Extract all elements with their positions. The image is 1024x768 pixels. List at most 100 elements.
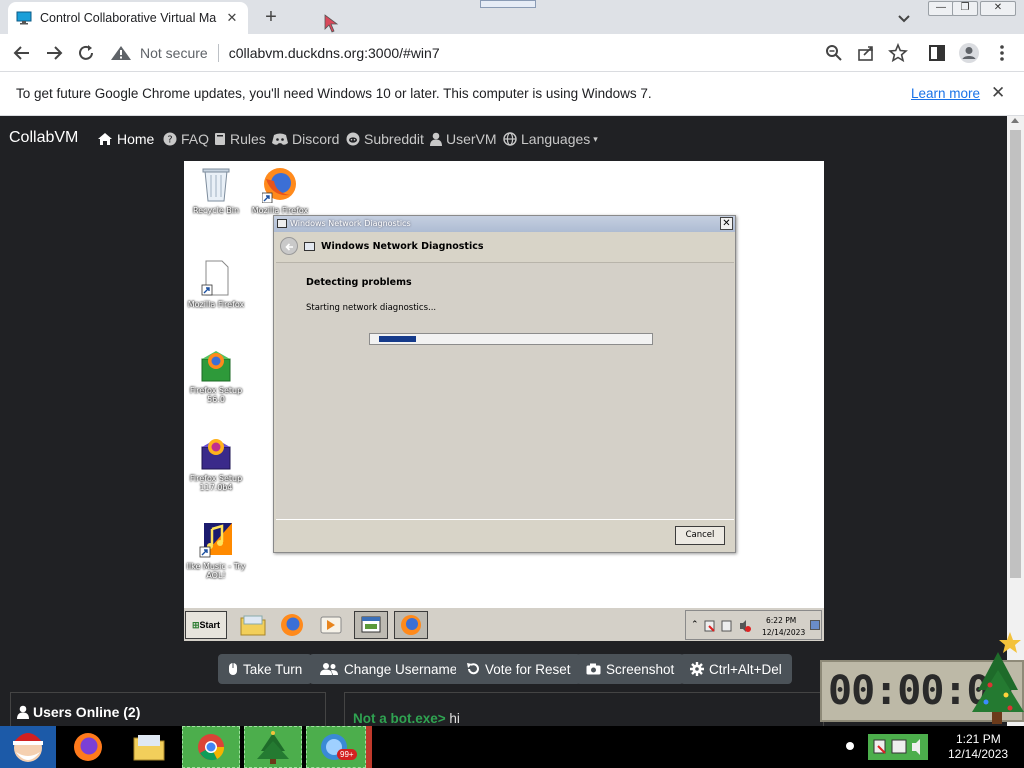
reddit-icon xyxy=(346,132,360,146)
dialog-content: Detecting problems Starting network diag… xyxy=(276,262,734,520)
chat-text: hi xyxy=(449,711,460,726)
nav-rules[interactable]: Rules xyxy=(214,131,266,147)
new-tab-button[interactable]: + xyxy=(260,6,282,29)
desktop-icon-mozilla-firefox[interactable]: Mozilla Firefox xyxy=(248,165,312,215)
nav-discord[interactable]: Discord xyxy=(272,131,339,147)
nav-subreddit[interactable]: Subreddit xyxy=(346,131,424,147)
chat-username[interactable]: Not a bot.exe> xyxy=(353,711,446,726)
host-taskbar-firefox[interactable] xyxy=(62,726,114,768)
firefox-icon xyxy=(261,165,298,204)
reload-icon[interactable] xyxy=(75,42,97,64)
globe-icon xyxy=(503,132,517,146)
cancel-button[interactable]: Cancel xyxy=(675,526,725,545)
gear-icon xyxy=(690,662,704,676)
nav-languages-label: Languages xyxy=(521,131,591,147)
minimize-button[interactable]: — xyxy=(928,1,954,16)
desktop-icon-ilke-music[interactable]: Ilke Music - Try AOL! xyxy=(184,521,248,580)
desktop-icon-firefox-setup-56[interactable]: Firefox Setup 56.0 xyxy=(184,345,248,404)
chevron-down-icon[interactable] xyxy=(894,8,914,28)
chat-panel: Not a bot.exe> hi xyxy=(344,692,824,726)
screenshot-button[interactable]: Screenshot xyxy=(576,654,685,684)
tray-expand-icon[interactable]: ⌃ xyxy=(691,620,699,630)
ctrl-alt-del-button[interactable]: Ctrl+Alt+Del xyxy=(680,654,792,684)
site-brand[interactable]: CollabVM xyxy=(9,129,78,147)
zoom-icon[interactable] xyxy=(823,42,845,64)
address-bar[interactable]: Not secure c0llabvm.duckdns.org:3000/#wi… xyxy=(110,38,924,68)
users-online-heading: Users Online (2) xyxy=(17,704,140,720)
diagnostics-progress-bar xyxy=(369,333,653,345)
tab-active[interactable]: Control Collaborative Virtual Ma ✕ xyxy=(8,2,248,34)
window-drag-handle[interactable] xyxy=(480,0,536,8)
music-icon xyxy=(198,521,234,559)
vote-reset-button[interactable]: Vote for Reset xyxy=(456,654,581,684)
profile-avatar-icon[interactable] xyxy=(958,42,980,64)
scroll-up-arrow-icon[interactable] xyxy=(1011,118,1019,123)
side-panel-icon[interactable] xyxy=(926,42,948,64)
take-turn-button[interactable]: Take Turn xyxy=(218,654,313,684)
home-icon xyxy=(98,133,112,145)
folder-icon xyxy=(133,735,165,761)
vm-taskbar-explorer[interactable] xyxy=(236,611,270,639)
vm-clock-date[interactable]: 12/14/2023 xyxy=(762,628,805,637)
host-taskbar-explorer[interactable] xyxy=(124,726,174,768)
infobar-close-icon[interactable]: ✕ xyxy=(991,83,1005,103)
recycle-bin-icon xyxy=(198,165,234,203)
warning-icon[interactable] xyxy=(110,45,132,61)
host-taskbar-chrome[interactable] xyxy=(182,726,240,768)
nav-home[interactable]: Home xyxy=(97,131,154,147)
christmas-tree-gadget[interactable] xyxy=(968,630,1024,726)
tray-dot-icon[interactable] xyxy=(846,742,854,750)
back-arrow-icon[interactable] xyxy=(11,42,33,64)
bookmark-star-icon[interactable] xyxy=(887,42,909,64)
desktop-icon-label: Firefox Setup 117.0b4 xyxy=(189,474,243,492)
nav-faq[interactable]: ? FAQ xyxy=(163,131,209,147)
nav-uservm[interactable]: UserVM xyxy=(430,131,497,147)
show-desktop-button[interactable] xyxy=(810,620,820,630)
file-shortcut-icon xyxy=(198,259,234,297)
user-icon xyxy=(17,705,29,719)
desktop-icon-recycle-bin[interactable]: Recycle Bin xyxy=(184,165,248,215)
vm-taskbar-network-diagnostics[interactable] xyxy=(354,611,388,639)
window-close-button[interactable]: ✕ xyxy=(980,1,1016,16)
change-username-button[interactable]: Change Username xyxy=(309,654,468,684)
not-secure-label[interactable]: Not secure xyxy=(140,45,208,61)
monitor-icon xyxy=(16,11,32,25)
dialog-titlebar[interactable]: Windows Network Diagnostics ✕ xyxy=(274,216,735,232)
more-menu-icon[interactable] xyxy=(991,42,1013,64)
url-text[interactable]: c0llabvm.duckdns.org:3000/#win7 xyxy=(229,45,440,61)
desktop-icon-mozilla-firefox-2[interactable]: Mozilla Firefox xyxy=(184,259,248,309)
restore-button[interactable]: ❐ xyxy=(952,1,978,16)
site-navbar: CollabVM Home ? FAQ Rules Discord Subred… xyxy=(0,116,1007,162)
folder-icon xyxy=(240,615,266,636)
vm-taskbar-media-player[interactable] xyxy=(314,611,348,639)
nav-languages[interactable]: Languages ▾ xyxy=(503,131,598,147)
host-taskbar-messenger[interactable]: 99+ xyxy=(306,726,366,768)
firefox-icon xyxy=(281,614,303,636)
tray-icons[interactable] xyxy=(704,620,756,632)
host-taskbar-tree-gadget[interactable] xyxy=(244,726,302,768)
vm-start-button[interactable]: ⊞Start xyxy=(185,611,227,639)
desktop-icon-label: Firefox Setup 56.0 xyxy=(189,386,243,404)
nav-rules-label: Rules xyxy=(230,131,266,147)
vm-taskbar-firefox[interactable] xyxy=(275,611,309,639)
back-arrow-icon[interactable] xyxy=(280,237,298,255)
forward-arrow-icon[interactable] xyxy=(43,42,65,64)
vm-taskbar-firefox-active[interactable] xyxy=(394,611,428,639)
tray-icons[interactable] xyxy=(868,734,946,760)
vm-clock-time[interactable]: 6:22 PM xyxy=(766,616,796,625)
users-icon xyxy=(320,663,338,675)
host-start-button[interactable] xyxy=(0,726,56,768)
host-clock-date[interactable]: 12/14/2023 xyxy=(948,747,1008,761)
desktop-icon-firefox-setup-117[interactable]: Firefox Setup 117.0b4 xyxy=(184,433,248,492)
tab-close-icon[interactable]: ✕ xyxy=(224,10,240,26)
host-clock-time[interactable]: 1:21 PM xyxy=(956,732,1001,746)
scrollbar-thumb[interactable] xyxy=(1010,130,1021,578)
learn-more-link[interactable]: Learn more xyxy=(911,86,980,101)
nav-faq-label: FAQ xyxy=(181,131,210,147)
user-icon xyxy=(430,132,442,146)
share-icon[interactable] xyxy=(855,42,877,64)
installer-box-icon xyxy=(198,345,234,383)
chat-message: Not a bot.exe> hi xyxy=(353,711,460,726)
dialog-close-button[interactable]: ✕ xyxy=(720,217,733,230)
vm-display[interactable]: Recycle Bin Mozilla Firefox Mozilla Fire… xyxy=(184,161,824,641)
